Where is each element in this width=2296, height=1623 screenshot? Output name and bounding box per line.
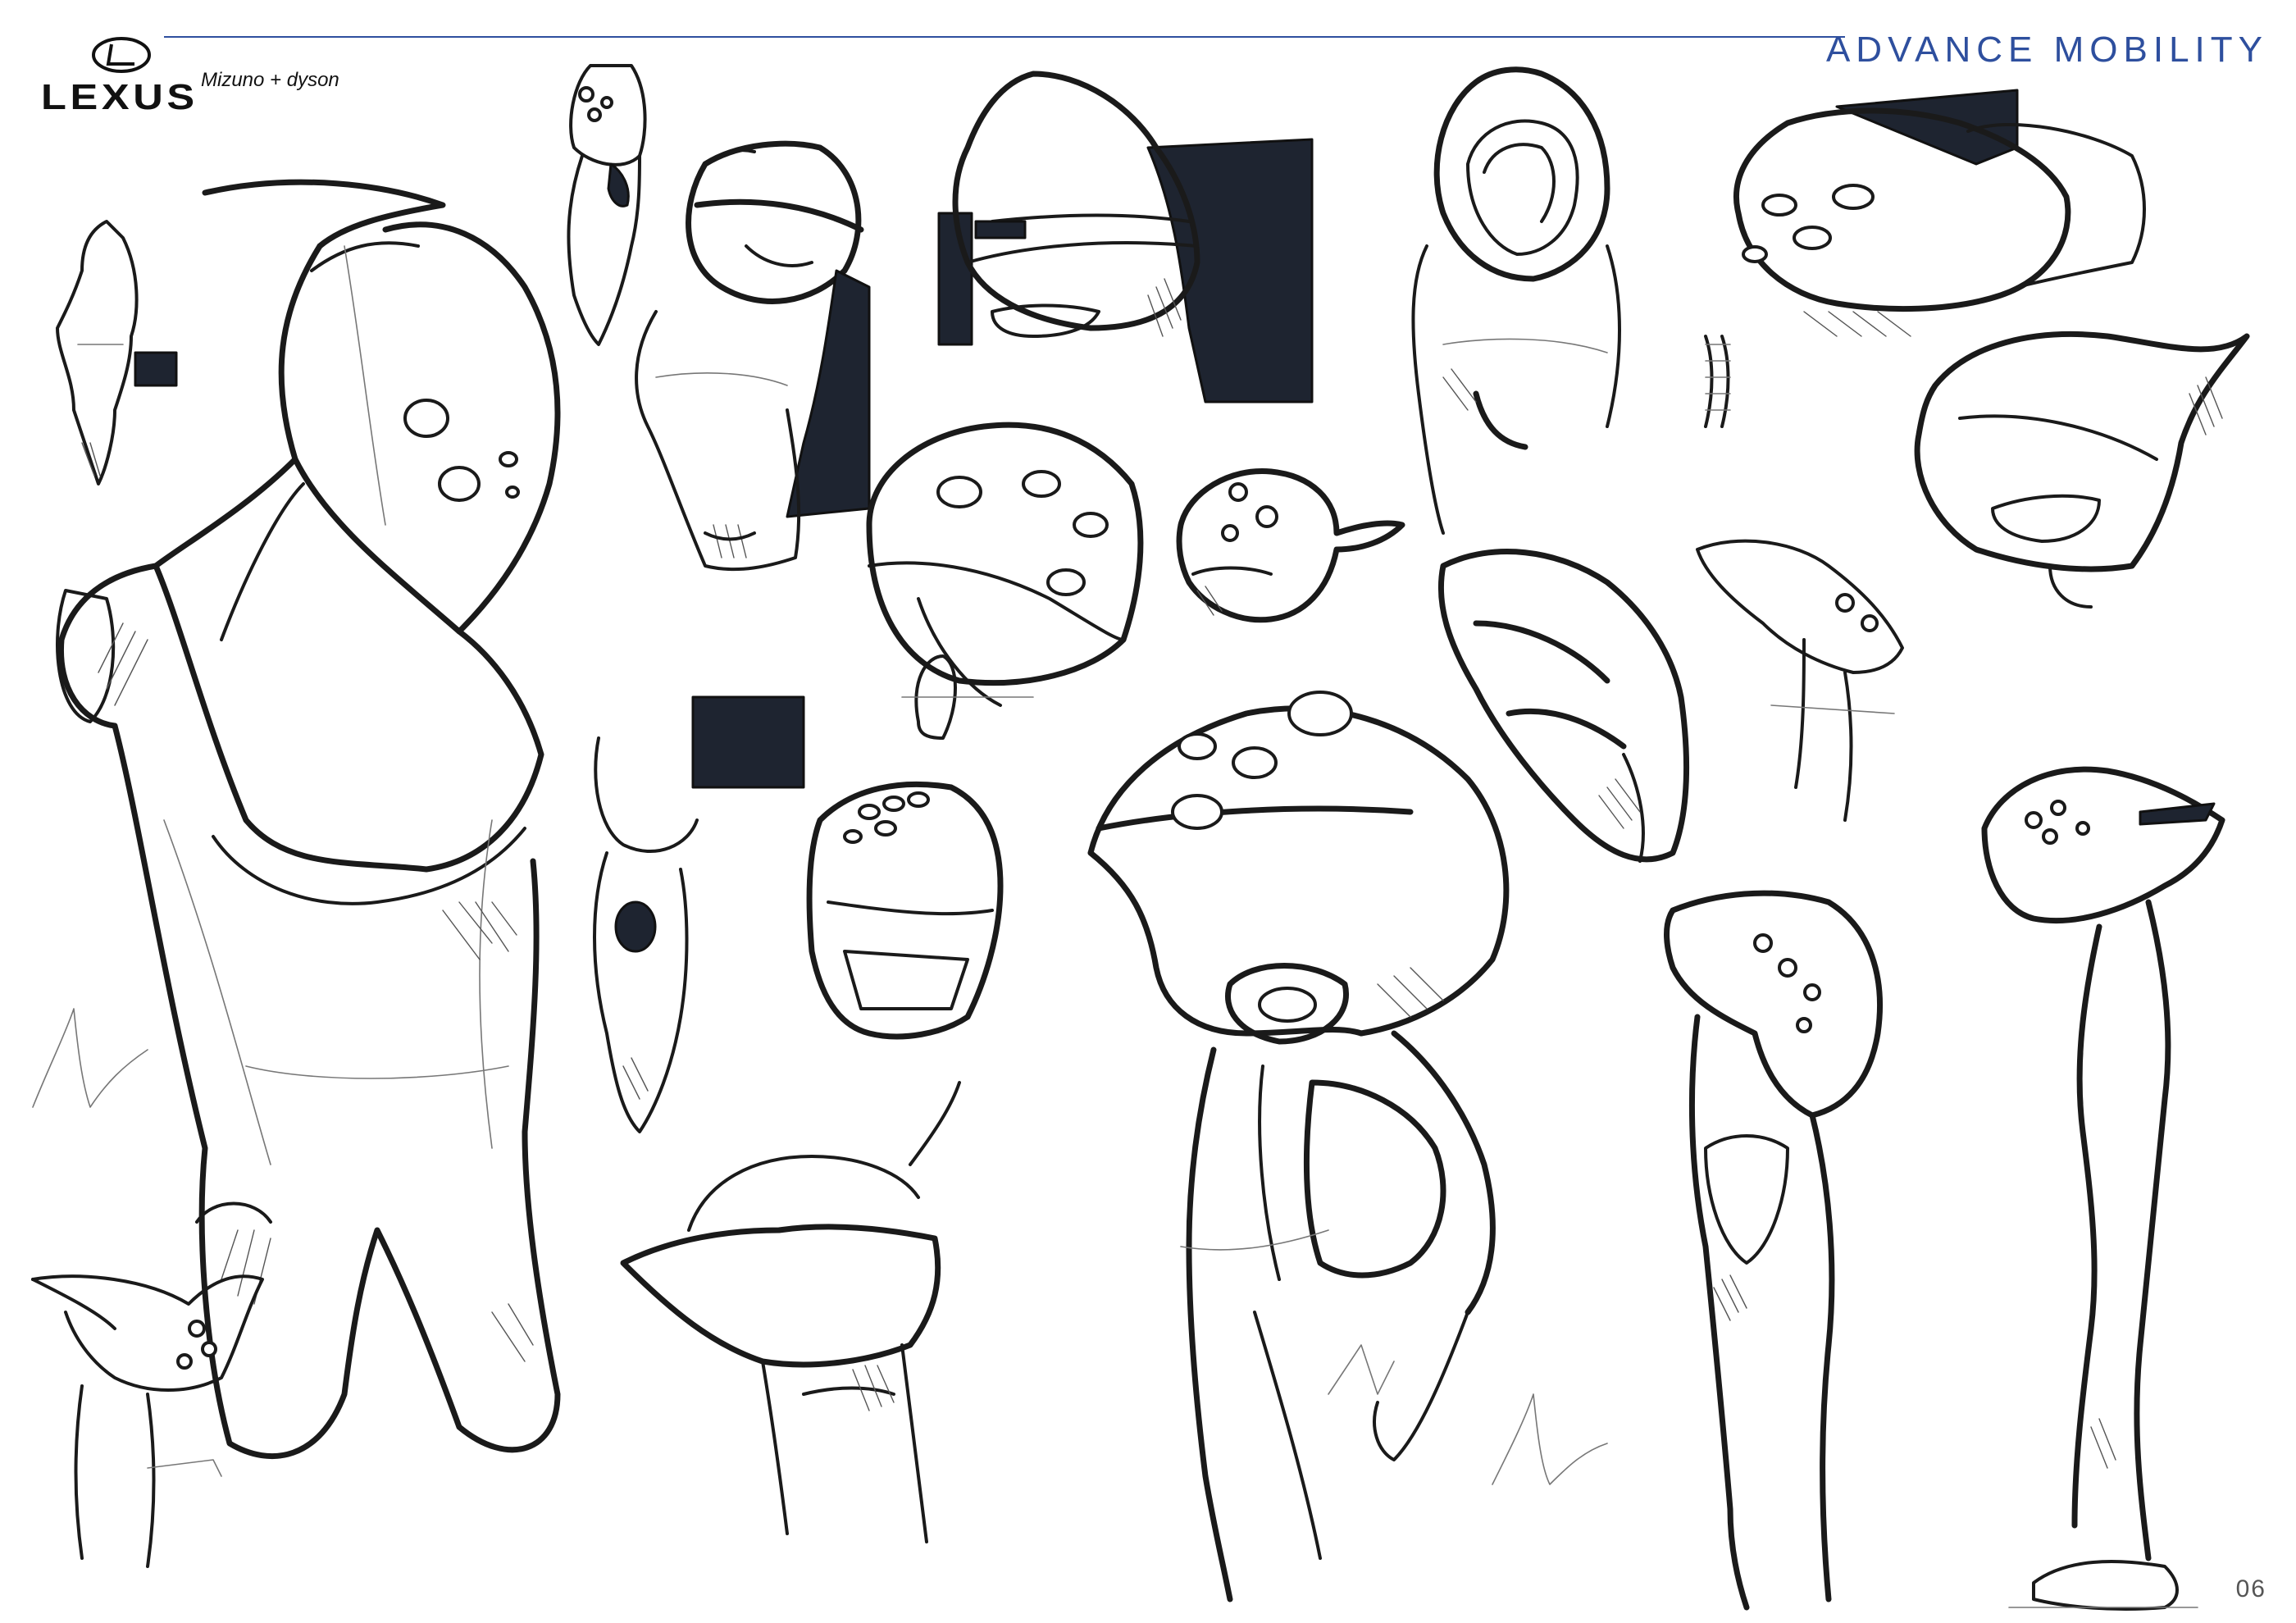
sketch-page: ADVANCE MOBILITY LEXUS Mizuno + dyson 06 bbox=[0, 0, 2296, 1623]
sketch-cap-helmet bbox=[1176, 467, 1405, 623]
sketch-helmet-collar bbox=[635, 140, 871, 572]
sketch-right-domed-figure bbox=[1664, 890, 1883, 1611]
sketch-horned-helmet-figure bbox=[31, 1274, 264, 1568]
sketch-wide-brim-helmet bbox=[620, 1081, 961, 1543]
sketch-finned-helmet bbox=[1914, 331, 2250, 609]
sketch-side-profile-figure bbox=[1981, 766, 2225, 1611]
page-number: 06 bbox=[2235, 1575, 2266, 1602]
sketch-small-figure-top-left bbox=[56, 220, 178, 486]
sketch-beaked-helmet bbox=[1696, 539, 1904, 822]
sketch-twisted-fin-form bbox=[1437, 549, 1690, 863]
sketch-small-helmet-top bbox=[567, 64, 647, 346]
sketch-central-domed-figure bbox=[1087, 691, 1510, 1602]
sketch-large-suit-figure bbox=[56, 179, 561, 1460]
sketch-hooded-figure bbox=[1411, 66, 1621, 535]
concept-sketches bbox=[31, 64, 2250, 1611]
sketch-spotted-dome-helmet bbox=[866, 422, 1144, 740]
sketch-chest-plate bbox=[806, 781, 1004, 1040]
sketch-helmet-with-hose bbox=[1704, 89, 2146, 428]
sketch-dark-backed-helmet bbox=[937, 71, 1314, 403]
sketch-arm-block bbox=[593, 695, 805, 1133]
